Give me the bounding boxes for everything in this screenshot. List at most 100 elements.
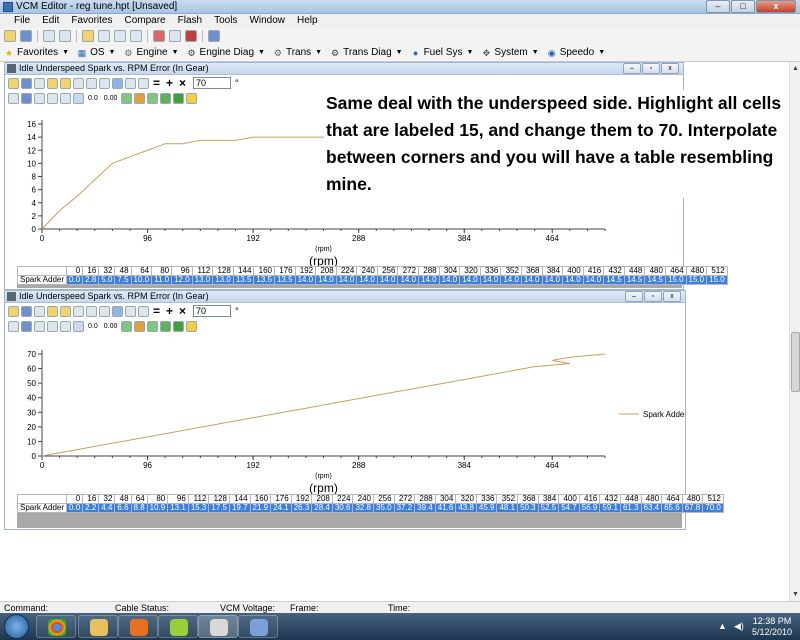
tray-arrow-icon[interactable]: ▲ <box>718 621 727 631</box>
table-cell[interactable]: 59.1 <box>599 503 621 513</box>
table-cell[interactable]: 14.0 <box>520 275 543 285</box>
menu-window[interactable]: Window <box>243 14 291 28</box>
table-cell[interactable]: 15.3 <box>187 503 210 513</box>
row-header-cell[interactable]: Spark Adder <box>16 503 68 513</box>
table-icon[interactable] <box>99 77 110 89</box>
precision-label[interactable]: 0.0 <box>88 323 98 330</box>
star-edit-icon[interactable] <box>60 305 71 317</box>
column-header-cell[interactable]: 400 <box>558 494 580 504</box>
table-cell[interactable]: 24.1 <box>270 503 292 513</box>
column-header-cell[interactable]: 160 <box>249 494 272 504</box>
fill-icon[interactable] <box>173 92 185 104</box>
close-button[interactable]: x <box>756 0 796 13</box>
precision-label[interactable]: 0.00 <box>104 95 118 102</box>
system-dropdown[interactable]: ✥ System ▼ <box>481 47 539 58</box>
scroll-down-icon[interactable]: ▼ <box>791 590 800 599</box>
table-cell[interactable]: 19.7 <box>228 503 251 513</box>
table-cell[interactable]: 7.5 <box>114 275 132 285</box>
column-header-cell[interactable]: 480 <box>640 494 663 504</box>
save-icon[interactable] <box>20 30 32 42</box>
table-cell[interactable]: 56.9 <box>578 503 601 513</box>
column-header-cell[interactable]: 272 <box>397 266 420 276</box>
table-cell[interactable]: 43.8 <box>455 503 477 513</box>
color-icon[interactable] <box>186 92 198 104</box>
column-header-cell[interactable]: 384 <box>541 266 564 276</box>
table-cell[interactable]: 0.0 <box>66 503 84 513</box>
minimize-button[interactable]: – <box>623 63 641 74</box>
table-cell[interactable]: 39.4 <box>414 503 436 513</box>
column-header-cell[interactable]: 240 <box>356 266 378 276</box>
column-header-cell[interactable]: 432 <box>599 494 621 504</box>
interpolate-icon[interactable] <box>73 92 84 104</box>
column-header-cell[interactable]: 48 <box>114 266 132 276</box>
column-header-cell[interactable]: 112 <box>191 266 214 276</box>
column-header-cell[interactable]: 16 <box>82 494 100 504</box>
compare-icon[interactable] <box>43 30 55 42</box>
document-icon[interactable] <box>59 30 71 42</box>
scroll-up-icon[interactable]: ▲ <box>791 64 800 73</box>
multiply-op-button[interactable]: × <box>179 76 186 90</box>
column-header-cell[interactable]: 384 <box>537 494 560 504</box>
column-header-cell[interactable]: 464 <box>661 494 683 504</box>
column-header-cell[interactable]: 64 <box>130 494 148 504</box>
table-cell[interactable]: 4.4 <box>98 503 116 513</box>
start-button[interactable] <box>4 614 29 639</box>
column-header-cell[interactable]: 64 <box>130 266 153 276</box>
save-icon[interactable] <box>21 77 32 89</box>
fill-icon[interactable] <box>173 320 185 332</box>
table-cell[interactable]: 35.0 <box>373 503 395 513</box>
table-cell[interactable]: 15.0 <box>706 275 728 285</box>
grid-icon[interactable] <box>98 30 110 42</box>
column-header-cell[interactable]: 368 <box>517 494 539 504</box>
menu-help[interactable]: Help <box>291 14 324 28</box>
column-header-cell[interactable]: 112 <box>187 494 210 504</box>
star-edit-icon[interactable] <box>60 77 71 89</box>
column-header-cell[interactable]: 144 <box>228 494 251 504</box>
grid-icon[interactable] <box>73 77 84 89</box>
column-header-cell[interactable]: 16 <box>82 266 100 276</box>
star-icon[interactable] <box>47 305 58 317</box>
info-icon[interactable] <box>208 30 220 42</box>
speedo-dropdown[interactable]: ◉ Speedo ▼ <box>547 47 605 58</box>
column-header-cell[interactable]: 32 <box>98 266 116 276</box>
column-header-cell[interactable]: 256 <box>373 494 395 504</box>
table-cell[interactable]: 5.0 <box>98 275 116 285</box>
column-header-cell[interactable]: 96 <box>171 266 193 276</box>
table-cell[interactable]: 14.0 <box>541 275 564 285</box>
chart-2d-icon[interactable] <box>21 92 32 104</box>
table-cell[interactable]: 14.5 <box>644 275 666 285</box>
table-cell[interactable]: 13.0 <box>191 275 214 285</box>
column-header-cell[interactable]: 48 <box>114 494 132 504</box>
column-header-cell[interactable]: 320 <box>455 494 477 504</box>
column-header-cell[interactable]: 416 <box>578 494 601 504</box>
column-header-cell[interactable]: 176 <box>270 494 292 504</box>
table-cell[interactable]: 14.0 <box>315 275 337 285</box>
menu-tools[interactable]: Tools <box>208 14 243 28</box>
restore-button[interactable]: ▫ <box>644 291 662 302</box>
table-cell[interactable]: 14.5 <box>603 275 625 285</box>
table-cell[interactable]: 13.1 <box>167 503 189 513</box>
column-header-cell[interactable]: 304 <box>438 266 461 276</box>
column-header-cell[interactable]: 432 <box>603 266 625 276</box>
view-icon[interactable] <box>34 320 45 332</box>
vertical-scrollbar[interactable]: ▲ ▼ <box>789 62 800 601</box>
table-cell[interactable]: 50.3 <box>517 503 539 513</box>
table-cell[interactable]: 65.6 <box>661 503 683 513</box>
column-header-cell[interactable]: 480 <box>644 266 666 276</box>
table-cell[interactable]: 13.5 <box>253 275 275 285</box>
column-header-cell[interactable]: 400 <box>562 266 584 276</box>
smooth-icon[interactable] <box>160 92 172 104</box>
table-cell[interactable]: 37.2 <box>393 503 416 513</box>
table-cell[interactable]: 13.0 <box>212 275 234 285</box>
table-cell[interactable]: 10.0 <box>130 275 153 285</box>
column-header-cell[interactable]: 144 <box>232 266 255 276</box>
table-cell[interactable]: 14.0 <box>479 275 502 285</box>
grid-view-icon[interactable] <box>47 320 58 332</box>
menu-compare[interactable]: Compare <box>118 14 171 28</box>
open-folder-icon[interactable] <box>4 30 16 42</box>
column-header-cell[interactable]: 0 <box>66 266 84 276</box>
column-header-cell[interactable]: 304 <box>434 494 457 504</box>
copy-icon[interactable] <box>125 305 136 317</box>
close-button[interactable]: x <box>661 63 679 74</box>
table-cell[interactable]: 14.0 <box>376 275 399 285</box>
